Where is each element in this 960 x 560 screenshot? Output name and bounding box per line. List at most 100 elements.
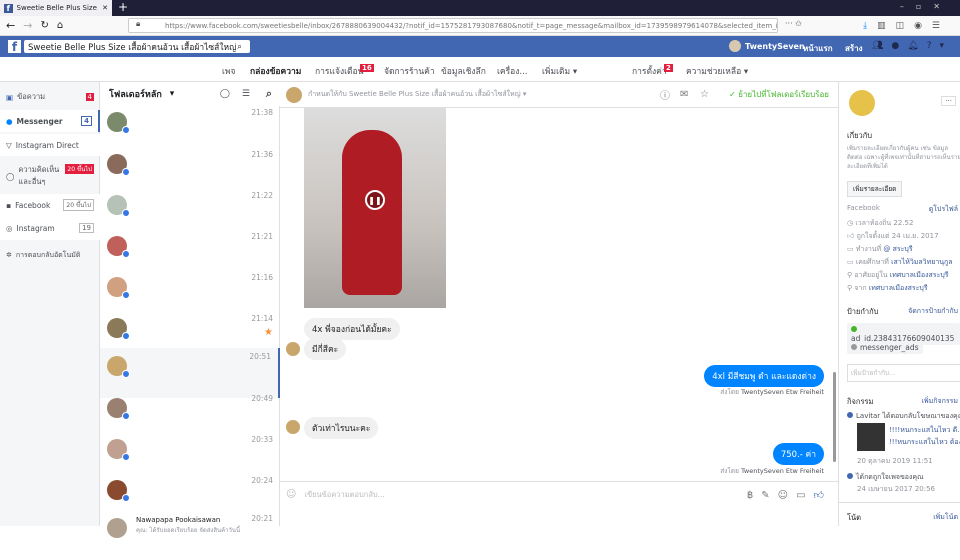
message-incoming: ตัวเท่าไรบนะคะ (304, 417, 379, 439)
nav-shop[interactable]: จัดการร้านค้า (384, 64, 435, 78)
contact-avatar-small (286, 342, 300, 356)
labels-heading: ป้ายกำกับ (847, 307, 879, 316)
info-link[interactable]: เทศบาลเมืองสระบุรี (890, 271, 949, 279)
messenger-badge-icon (122, 291, 130, 299)
user-avatar[interactable] (729, 40, 741, 52)
user-profile-link[interactable]: TwentySeven (745, 42, 805, 51)
saved-replies-icon[interactable]: ☺ (286, 489, 296, 500)
facebook-count: 20 ขึ้นไป (63, 199, 94, 211)
ad-thumbnail[interactable] (857, 423, 885, 451)
info-text: จาก (854, 284, 869, 292)
conversation-item[interactable]: 20:21 Nawapapa Pookaisawan คุณ: ได้รับยอดเ… (100, 510, 280, 560)
search-conversations-icon[interactable]: ⌕ (266, 87, 272, 101)
sender-name[interactable]: TwentySeven Etw Freiheit (741, 467, 824, 475)
scrollbar[interactable] (833, 372, 836, 462)
sidebar-item-instagram[interactable]: ◎ Instagram 19 (0, 216, 100, 240)
info-text: อาศัยอยู่ใน (854, 271, 890, 279)
reply-input[interactable]: เขียนข้อความตอบกลับ... (304, 489, 384, 501)
search-icon[interactable]: ⌕ (237, 42, 242, 52)
report-icon[interactable]: ⓘ (660, 87, 670, 102)
composer-actions[interactable]: ฿✎☺▭👍︎ (747, 489, 832, 501)
sender-name[interactable]: TwentySeven Etw Freiheit (741, 388, 824, 396)
conversation-time: 21:14 (251, 314, 273, 323)
add-label-input[interactable]: เพิ่มป้ายกำกับ... (847, 364, 960, 382)
home-link[interactable]: หน้าแรก (803, 42, 833, 55)
mark-unread-icon[interactable]: ✉ (680, 89, 688, 100)
lock-icon: 🔒︎ (136, 19, 141, 28)
info-link[interactable]: @ สระบุรี (883, 245, 912, 253)
search-input[interactable]: Sweetie Belle Plus Size เสื้อผ้าคนอ้วน เ… (24, 40, 250, 53)
info-link[interactable]: เสาไห้วิมลวิทยานุกูล (891, 258, 952, 266)
more-options-icon[interactable]: ··· (941, 96, 956, 106)
nav-notifications[interactable]: การแจ้งเตือน (315, 64, 363, 78)
new-message-icon[interactable]: ◯ (220, 89, 230, 99)
label-tag[interactable]: messenger_ads (847, 341, 923, 354)
conversation-name: Nawapapa Pookaisawan (136, 516, 221, 524)
nav-insights[interactable]: ข้อมูลเชิงลึก (441, 64, 486, 78)
add-activity-link[interactable]: เพิ่มกิจกรรม (922, 396, 958, 407)
moved-status[interactable]: ✓ ย้ายไปที่โฟลเดอร์เรียบร้อย (729, 88, 829, 101)
filter-icon[interactable]: ☰ (242, 89, 250, 99)
url-input[interactable]: https://www.facebook.com/sweetiesbelle/i… (128, 18, 778, 33)
sidebar-item-instagram-direct[interactable]: ▽ Instagram Direct (0, 134, 100, 156)
ad-link[interactable]: !!!!หนกระแสในไหว ดี... (889, 426, 960, 434)
nav-more[interactable]: เพิ่มเติม ▾ (542, 64, 577, 78)
nav-help[interactable]: ความช่วยเหลือ ▾ (686, 64, 748, 78)
browser-tab[interactable]: fSweetie Belle Plus Size เสื้อผ้าคน✕ (0, 0, 112, 16)
messenger-badge-icon (122, 370, 130, 378)
star-icon[interactable]: ★ (264, 327, 273, 338)
manage-labels-link[interactable]: จัดการป้ายกำกับ (908, 306, 958, 317)
activity-heading: กิจกรรม (847, 397, 874, 406)
back-icon[interactable]: ← (6, 19, 15, 32)
contact-profile-picture (849, 90, 875, 116)
folder-dropdown[interactable]: โฟลเดอร์หลัก (109, 87, 162, 101)
pause-icon[interactable]: ❚❚ (365, 190, 385, 210)
nav-settings[interactable]: การตั้งค่า (632, 64, 667, 78)
assign-dropdown[interactable]: กำหนดให้กับ Sweetie Belle Plus Size เสื้… (308, 89, 526, 100)
chevron-down-icon[interactable]: ▾ (170, 89, 175, 99)
facebook-logo-icon[interactable]: f (8, 40, 21, 53)
activity-text: Lavitar ได้ตอบกลับโฆษณาของคุณ (856, 412, 960, 420)
contact-avatar[interactable] (286, 86, 302, 103)
label: ข้อความ (17, 92, 46, 101)
video-attachment[interactable]: ❚❚ (304, 108, 446, 308)
conversation-time: 20:21 (251, 514, 273, 523)
sidebar-item-messenger[interactable]: ● Messenger 4 (0, 110, 100, 132)
reload-icon[interactable]: ↻ (40, 20, 48, 31)
info-row: ⚲ จาก เทศบาลเมืองสระบุรี (847, 283, 928, 294)
tab-title: Sweetie Belle Plus Size เสื้อผ้าคน (16, 3, 99, 12)
forward-icon[interactable]: → (23, 19, 32, 32)
friends-messenger-notifications-help-icons[interactable]: 👥︎●🔔︎?▾ (872, 41, 952, 51)
window-controls[interactable]: –▫✕ (900, 2, 952, 11)
notes-heading: โน้ต (847, 513, 862, 522)
ad-link[interactable]: !!!หนกระแสในไหว ต้อง... (889, 438, 960, 446)
home-icon[interactable]: ⌂ (57, 20, 63, 31)
create-link[interactable]: สร้าง (845, 42, 863, 55)
toolbar-icons[interactable]: ⤓▥◫◉☰ (863, 21, 950, 31)
add-details-button[interactable]: เพิ่มรายละเอียด (847, 181, 903, 197)
view-profile-link[interactable]: ดูโปรไฟล์ (929, 204, 958, 215)
sidebar-item-comments[interactable]: ◯ ความคิดเห็นและอื่นๆ 20 ขึ้นไป (0, 158, 100, 194)
instagram-count: 19 (79, 223, 94, 233)
info-link[interactable]: เทศบาลเมืองสระบุรี (869, 284, 928, 292)
label: Facebook (15, 200, 51, 210)
contact-details-panel: ··· เกี่ยวกับ เพิ่มรายละเอียดเกี่ยวกับผู… (838, 82, 960, 526)
star-icon[interactable]: ☆ (700, 89, 709, 100)
close-tab-icon[interactable]: ✕ (102, 4, 108, 12)
nav-tools[interactable]: เครื่อง... (497, 64, 528, 78)
message-outgoing: 750.- ค่า (772, 443, 824, 465)
page-actions-icon[interactable]: ··· ✩ (785, 19, 802, 28)
add-note-link[interactable]: เพิ่มโน้ต (933, 512, 958, 523)
messenger-badge-icon (122, 168, 130, 176)
new-tab-button[interactable]: + (118, 0, 128, 14)
automation-icon: ✲ (6, 251, 12, 259)
sidebar-item-facebook[interactable]: ▪ Facebook 20 ขึ้นไป (0, 194, 100, 216)
sidebar-item-automated-responses[interactable]: ✲ การตอบกลับอัตโนมัติ (0, 244, 100, 266)
activity-text: ได้กดถูกใจเพจของคุณ (856, 473, 924, 481)
info-icon: ▭ (847, 258, 854, 266)
sidebar-item-inbox[interactable]: ▣ ข้อความ 4 (0, 86, 100, 108)
message-incoming: 4x พี่จองก่อนได้มั้ยคะ (304, 318, 400, 340)
nav-page[interactable]: เพจ (222, 64, 236, 78)
messenger-count: 4 (81, 116, 92, 126)
sent-by-label: ส่งโดย (720, 388, 739, 396)
